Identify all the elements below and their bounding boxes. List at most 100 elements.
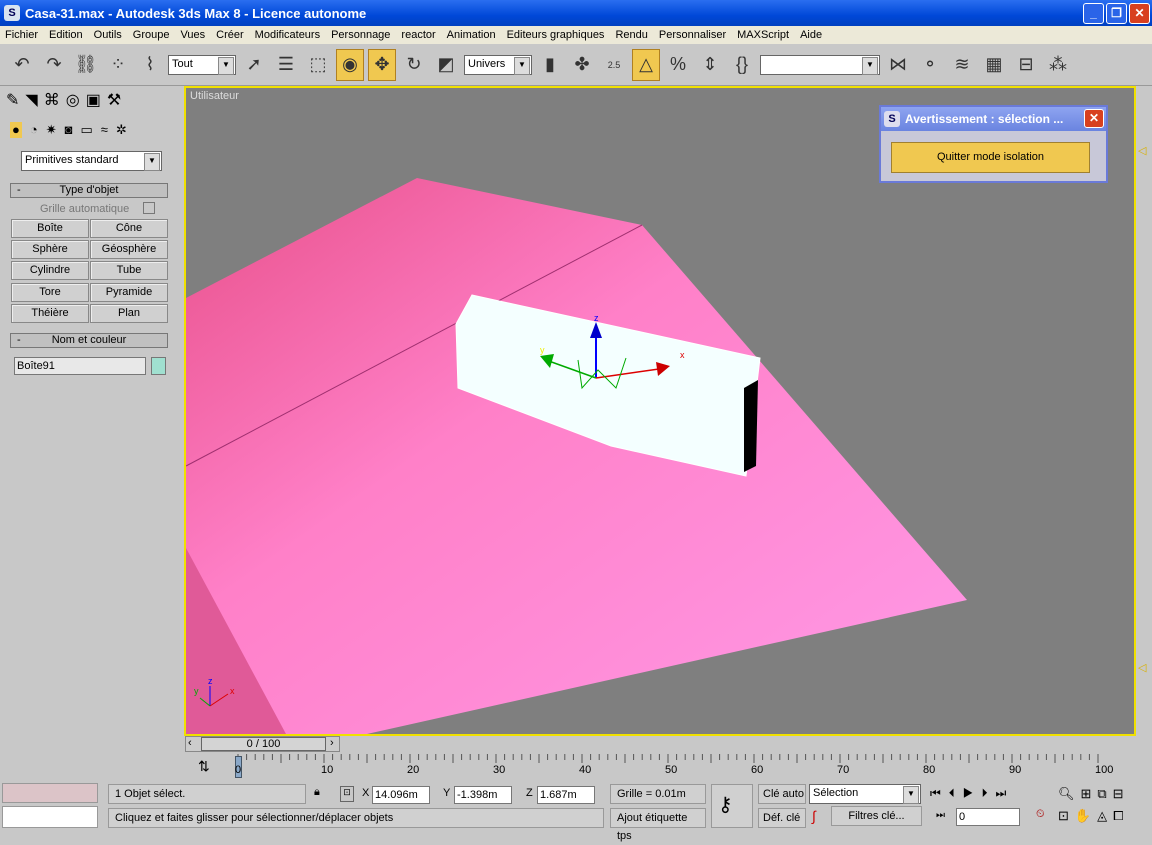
next-frame-icon[interactable]: ›: [330, 737, 334, 749]
viewport-nav-bottom[interactable]: ⊡✋◬⧠: [1058, 808, 1129, 824]
absolute-mode-icon[interactable]: ⊡: [340, 786, 354, 802]
rotate-icon[interactable]: ↻: [400, 49, 428, 81]
angle-snap-icon[interactable]: △: [632, 48, 660, 81]
x-coordinate-input[interactable]: 14.096m: [372, 786, 430, 804]
menu-personnaliser[interactable]: Personnaliser: [654, 29, 732, 41]
percent-snap-icon[interactable]: %: [664, 49, 692, 81]
menu-personnage[interactable]: Personnage: [326, 29, 396, 41]
utilities-tab-icon[interactable]: ⚒: [107, 90, 121, 110]
selection-filter-dropdown[interactable]: Tout: [168, 54, 236, 75]
create-tab-icon[interactable]: ✎: [6, 90, 19, 110]
torus-button[interactable]: Tore: [11, 283, 89, 302]
geosphere-button[interactable]: Géosphère: [90, 240, 168, 259]
current-frame-input[interactable]: 0: [956, 808, 1020, 826]
y-coordinate-input[interactable]: -1.398m: [454, 786, 512, 804]
cone-button[interactable]: Cône: [90, 219, 168, 238]
close-button[interactable]: ✕: [1129, 3, 1150, 24]
snap-icon[interactable]: 2.5: [600, 49, 628, 81]
lights-icon[interactable]: ✷: [46, 122, 57, 138]
pyramid-button[interactable]: Pyramide: [90, 283, 168, 302]
lock-icon[interactable]: 🔒︎: [314, 786, 320, 799]
modify-tab-icon[interactable]: ◥: [25, 90, 37, 110]
unlink-icon[interactable]: ⁘: [104, 49, 132, 81]
default-tangent-icon[interactable]: ∫: [812, 808, 816, 824]
helpers-icon[interactable]: ▭: [80, 122, 92, 138]
curve-editor-icon[interactable]: ▦: [980, 49, 1008, 81]
track-bar-toggle-icon[interactable]: ⇅: [198, 758, 210, 775]
rectangle-selection-icon[interactable]: ⬚: [304, 49, 332, 81]
viewport-label[interactable]: Utilisateur: [190, 90, 239, 102]
auto-key-button[interactable]: Clé auto: [758, 784, 806, 804]
hierarchy-tab-icon[interactable]: ⌘: [44, 90, 60, 110]
box-button[interactable]: Boîte: [11, 219, 89, 238]
mirror-icon[interactable]: ⋈: [884, 49, 912, 81]
named-selection-dropdown[interactable]: [760, 54, 880, 75]
time-slider-thumb[interactable]: 0 / 100: [201, 737, 326, 751]
key-filters-button[interactable]: Filtres clé...: [831, 806, 922, 826]
cameras-icon[interactable]: ◙: [65, 122, 73, 138]
maxscript-listener[interactable]: [2, 783, 98, 803]
menu-reactor[interactable]: reactor: [396, 29, 441, 41]
menu-modificateurs[interactable]: Modificateurs: [250, 29, 326, 41]
exit-isolation-button[interactable]: Quitter mode isolation: [891, 142, 1090, 173]
set-key-icon[interactable]: ⚷: [711, 784, 753, 828]
time-slider[interactable]: ‹ 0 / 100 ›: [185, 736, 340, 752]
space-warps-icon[interactable]: ≈: [101, 122, 108, 138]
geometry-icon[interactable]: ●: [10, 122, 22, 138]
category-dropdown[interactable]: Primitives standard: [21, 151, 162, 171]
object-type-rollout[interactable]: - Type d'objet: [10, 183, 168, 198]
pivot-icon[interactable]: ▮: [536, 49, 564, 81]
redo-icon[interactable]: ↷: [40, 49, 68, 81]
auto-grid-checkbox[interactable]: [143, 202, 155, 214]
plane-button[interactable]: Plan: [90, 304, 168, 323]
spinner-snap-icon[interactable]: ⇕: [696, 49, 724, 81]
object-color-swatch[interactable]: [151, 357, 166, 375]
window-crossing-icon[interactable]: ◉: [336, 48, 364, 81]
menu-groupe[interactable]: Groupe: [128, 29, 176, 41]
add-time-tag-button[interactable]: Ajout étiquette tps: [610, 808, 706, 842]
prev-frame-icon[interactable]: ‹: [188, 737, 192, 749]
schematic-view-icon[interactable]: ⊟: [1012, 49, 1040, 81]
material-editor-icon[interactable]: ⁂: [1044, 49, 1072, 81]
object-name-input[interactable]: Boîte91: [14, 357, 146, 375]
move-icon[interactable]: ✥: [368, 48, 396, 81]
menu-edition[interactable]: Edition: [44, 29, 89, 41]
select-by-name-icon[interactable]: ☰: [272, 49, 300, 81]
restore-button[interactable]: ❐: [1106, 3, 1127, 24]
cylinder-button[interactable]: Cylindre: [11, 261, 89, 280]
dialog-close-button[interactable]: ✕: [1084, 109, 1104, 128]
set-key-button[interactable]: Déf. clé: [758, 808, 806, 828]
teapot-button[interactable]: Théière: [11, 304, 89, 323]
minimize-button[interactable]: _: [1083, 3, 1104, 24]
align-icon[interactable]: ⚬: [916, 49, 944, 81]
playback-controls[interactable]: ⏮⏴▶⏵⏭: [930, 786, 1014, 801]
manipulate-icon[interactable]: ✤: [568, 49, 596, 81]
menu-maxscript[interactable]: MAXScript: [732, 29, 795, 41]
menu-fichier[interactable]: Fichier: [0, 29, 44, 41]
menu-animation[interactable]: Animation: [442, 29, 502, 41]
display-tab-icon[interactable]: ▣: [86, 90, 101, 110]
key-mode-toggle-icon[interactable]: ⏭: [936, 810, 945, 821]
menu-vues[interactable]: Vues: [175, 29, 211, 41]
z-coordinate-input[interactable]: 1.687m: [537, 786, 595, 804]
menu-aide[interactable]: Aide: [795, 29, 828, 41]
viewport-nav-top[interactable]: 🔍︎⊞⧉⊟: [1058, 786, 1130, 802]
layer-icon[interactable]: ≋: [948, 49, 976, 81]
menu-outils[interactable]: Outils: [89, 29, 128, 41]
motion-tab-icon[interactable]: ◎: [66, 90, 80, 110]
viewport-user[interactable]: z x y Utilisateur z x y: [184, 86, 1136, 736]
tube-button[interactable]: Tube: [90, 261, 168, 280]
menu-creer[interactable]: Créer: [211, 29, 250, 41]
time-config-icon[interactable]: ⏲: [1036, 808, 1045, 821]
menu-rendu[interactable]: Rendu: [610, 29, 653, 41]
link-icon[interactable]: ⛓: [72, 49, 100, 81]
track-bar[interactable]: 0 10 20 30 40 50 60 70 80 90 100: [233, 754, 1113, 778]
sphere-button[interactable]: Sphère: [11, 240, 89, 259]
shapes-icon[interactable]: ◔: [30, 122, 38, 138]
select-icon[interactable]: ➚: [240, 49, 268, 81]
menu-editeurs-graphiques[interactable]: Editeurs graphiques: [502, 29, 611, 41]
undo-icon[interactable]: ↶: [8, 49, 36, 81]
edit-named-selection-icon[interactable]: {}: [728, 49, 756, 81]
bind-space-warp-icon[interactable]: ⌇: [136, 49, 164, 81]
systems-icon[interactable]: ✲: [116, 122, 127, 138]
